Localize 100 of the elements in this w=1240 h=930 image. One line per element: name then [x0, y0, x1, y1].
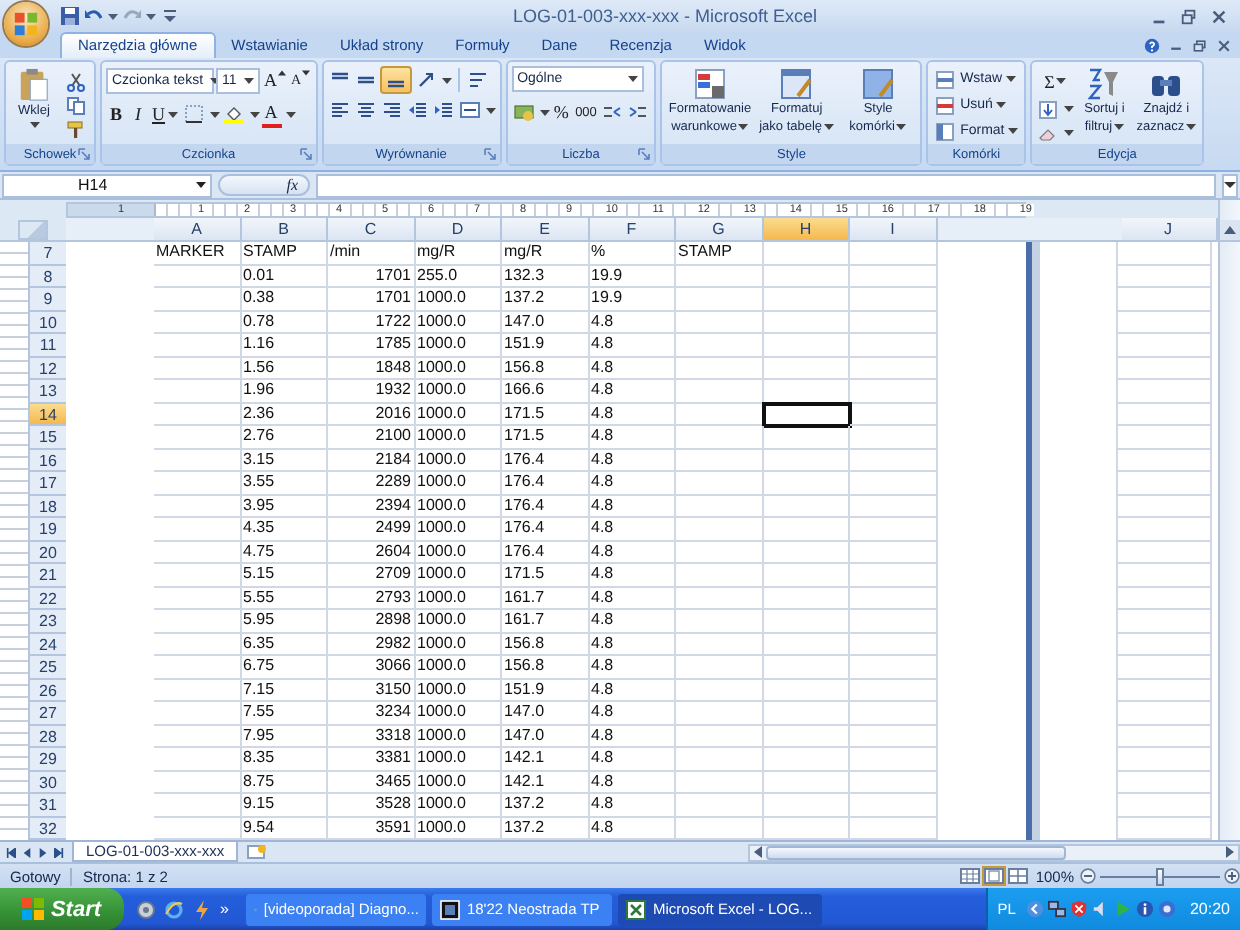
customize-icon[interactable] [160, 6, 180, 26]
zoom-out-icon[interactable] [1080, 868, 1096, 884]
column-header[interactable]: E [502, 218, 589, 240]
row-header[interactable]: 29 [30, 748, 66, 771]
table-cell[interactable] [676, 426, 763, 449]
table-cell[interactable]: 9.15 [241, 794, 328, 817]
table-cell[interactable] [154, 357, 241, 380]
table-cell[interactable] [763, 288, 850, 311]
table-cell[interactable] [154, 311, 241, 334]
table-cell[interactable] [1115, 311, 1211, 334]
table-cell[interactable]: 2982 [328, 633, 415, 656]
table-cell[interactable] [154, 794, 241, 817]
table-cell[interactable] [1115, 242, 1211, 265]
table-cell[interactable]: STAMP [676, 242, 763, 265]
table-cell[interactable]: 8.75 [241, 771, 328, 794]
table-cell[interactable]: 3.95 [241, 495, 328, 518]
table-cell[interactable]: 147.0 [502, 311, 589, 334]
table-cell[interactable] [676, 288, 763, 311]
row-header[interactable]: 23 [30, 610, 66, 633]
table-cell[interactable] [1115, 426, 1211, 449]
table-cell[interactable] [850, 656, 937, 679]
table-cell[interactable]: 1000.0 [415, 794, 502, 817]
table-cell[interactable]: MARKER [154, 242, 241, 265]
table-cell[interactable] [1115, 495, 1211, 518]
table-cell[interactable]: 1000.0 [415, 633, 502, 656]
table-cell[interactable] [850, 748, 937, 771]
table-cell[interactable]: 1000.0 [415, 518, 502, 541]
table-cell[interactable] [763, 403, 850, 426]
table-cell[interactable]: 1000.0 [415, 541, 502, 564]
table-cell[interactable]: 7.95 [241, 725, 328, 748]
row-header[interactable]: 12 [30, 357, 66, 380]
table-cell[interactable]: 147.0 [502, 702, 589, 725]
row-header[interactable]: 17 [30, 472, 66, 495]
table-cell[interactable] [763, 564, 850, 587]
table-cell[interactable] [154, 265, 241, 288]
column-header[interactable]: G [676, 218, 763, 240]
table-cell[interactable]: 1701 [328, 288, 415, 311]
table-cell[interactable] [154, 380, 241, 403]
table-cell[interactable]: 19.9 [589, 288, 676, 311]
lightning-icon[interactable] [192, 899, 212, 919]
scroll-thumb[interactable] [766, 845, 1066, 859]
table-cell[interactable]: 132.3 [502, 265, 589, 288]
table-cell[interactable] [676, 357, 763, 380]
table-cell[interactable] [154, 679, 241, 702]
table-cell[interactable] [154, 426, 241, 449]
arrow-icon[interactable] [1025, 900, 1044, 918]
table-cell[interactable] [1115, 541, 1211, 564]
table-cell[interactable]: 2016 [328, 403, 415, 426]
grow-font-button[interactable]: A [262, 66, 287, 94]
percent-button[interactable]: % [551, 98, 572, 126]
right-arrow-icon[interactable] [1226, 846, 1234, 858]
table-cell[interactable]: 4.8 [589, 472, 676, 495]
align-center-icon[interactable] [355, 100, 376, 120]
table-cell[interactable]: 137.2 [502, 794, 589, 817]
table-cell[interactable]: 137.2 [502, 288, 589, 311]
table-cell[interactable]: 3528 [328, 794, 415, 817]
table-cell[interactable]: 0.38 [241, 288, 328, 311]
table-cell[interactable]: 4.8 [589, 610, 676, 633]
save-icon[interactable] [60, 6, 80, 26]
row-header[interactable]: 9 [30, 288, 66, 311]
table-cell[interactable]: 3465 [328, 771, 415, 794]
row-header[interactable]: 30 [30, 771, 66, 794]
increase-decimal-icon[interactable] [602, 102, 623, 122]
expand-formula-button[interactable] [1222, 173, 1238, 197]
table-cell[interactable] [850, 311, 937, 334]
table-cell[interactable] [1115, 288, 1211, 311]
table-cell[interactable] [676, 794, 763, 817]
table-cell[interactable]: 4.8 [589, 518, 676, 541]
table-cell[interactable]: 4.8 [589, 403, 676, 426]
table-cell[interactable] [676, 518, 763, 541]
table-cell[interactable]: 166.6 [502, 380, 589, 403]
table-cell[interactable]: 4.8 [589, 541, 676, 564]
table-cell[interactable] [850, 357, 937, 380]
table-cell[interactable] [676, 265, 763, 288]
page-break-view-button[interactable] [1005, 866, 1030, 886]
table-cell[interactable]: 171.5 [502, 564, 589, 587]
table-cell[interactable] [154, 633, 241, 656]
start-button[interactable]: Start [0, 888, 124, 930]
row-header[interactable]: 8 [30, 265, 66, 288]
dialog-launcher-icon[interactable] [78, 148, 90, 160]
table-cell[interactable] [676, 564, 763, 587]
column-header[interactable]: C [328, 218, 415, 240]
table-cell[interactable] [1115, 656, 1211, 679]
wrap-text-icon[interactable] [467, 70, 488, 90]
table-cell[interactable] [676, 587, 763, 610]
table-cell[interactable] [763, 449, 850, 472]
table-cell[interactable]: 1932 [328, 380, 415, 403]
column-header[interactable]: D [415, 218, 502, 240]
table-cell[interactable] [1115, 679, 1211, 702]
zoom-in-icon[interactable] [1224, 868, 1240, 884]
table-cell[interactable] [850, 725, 937, 748]
table-cell[interactable]: 2184 [328, 449, 415, 472]
table-cell[interactable]: 151.9 [502, 334, 589, 357]
table-cell[interactable]: 176.4 [502, 518, 589, 541]
row-header[interactable]: 22 [30, 587, 66, 610]
table-cell[interactable] [154, 541, 241, 564]
table-cell[interactable] [763, 725, 850, 748]
table-cell[interactable]: 171.5 [502, 426, 589, 449]
table-cell[interactable]: 4.8 [589, 357, 676, 380]
row-header[interactable]: 18 [30, 495, 66, 518]
